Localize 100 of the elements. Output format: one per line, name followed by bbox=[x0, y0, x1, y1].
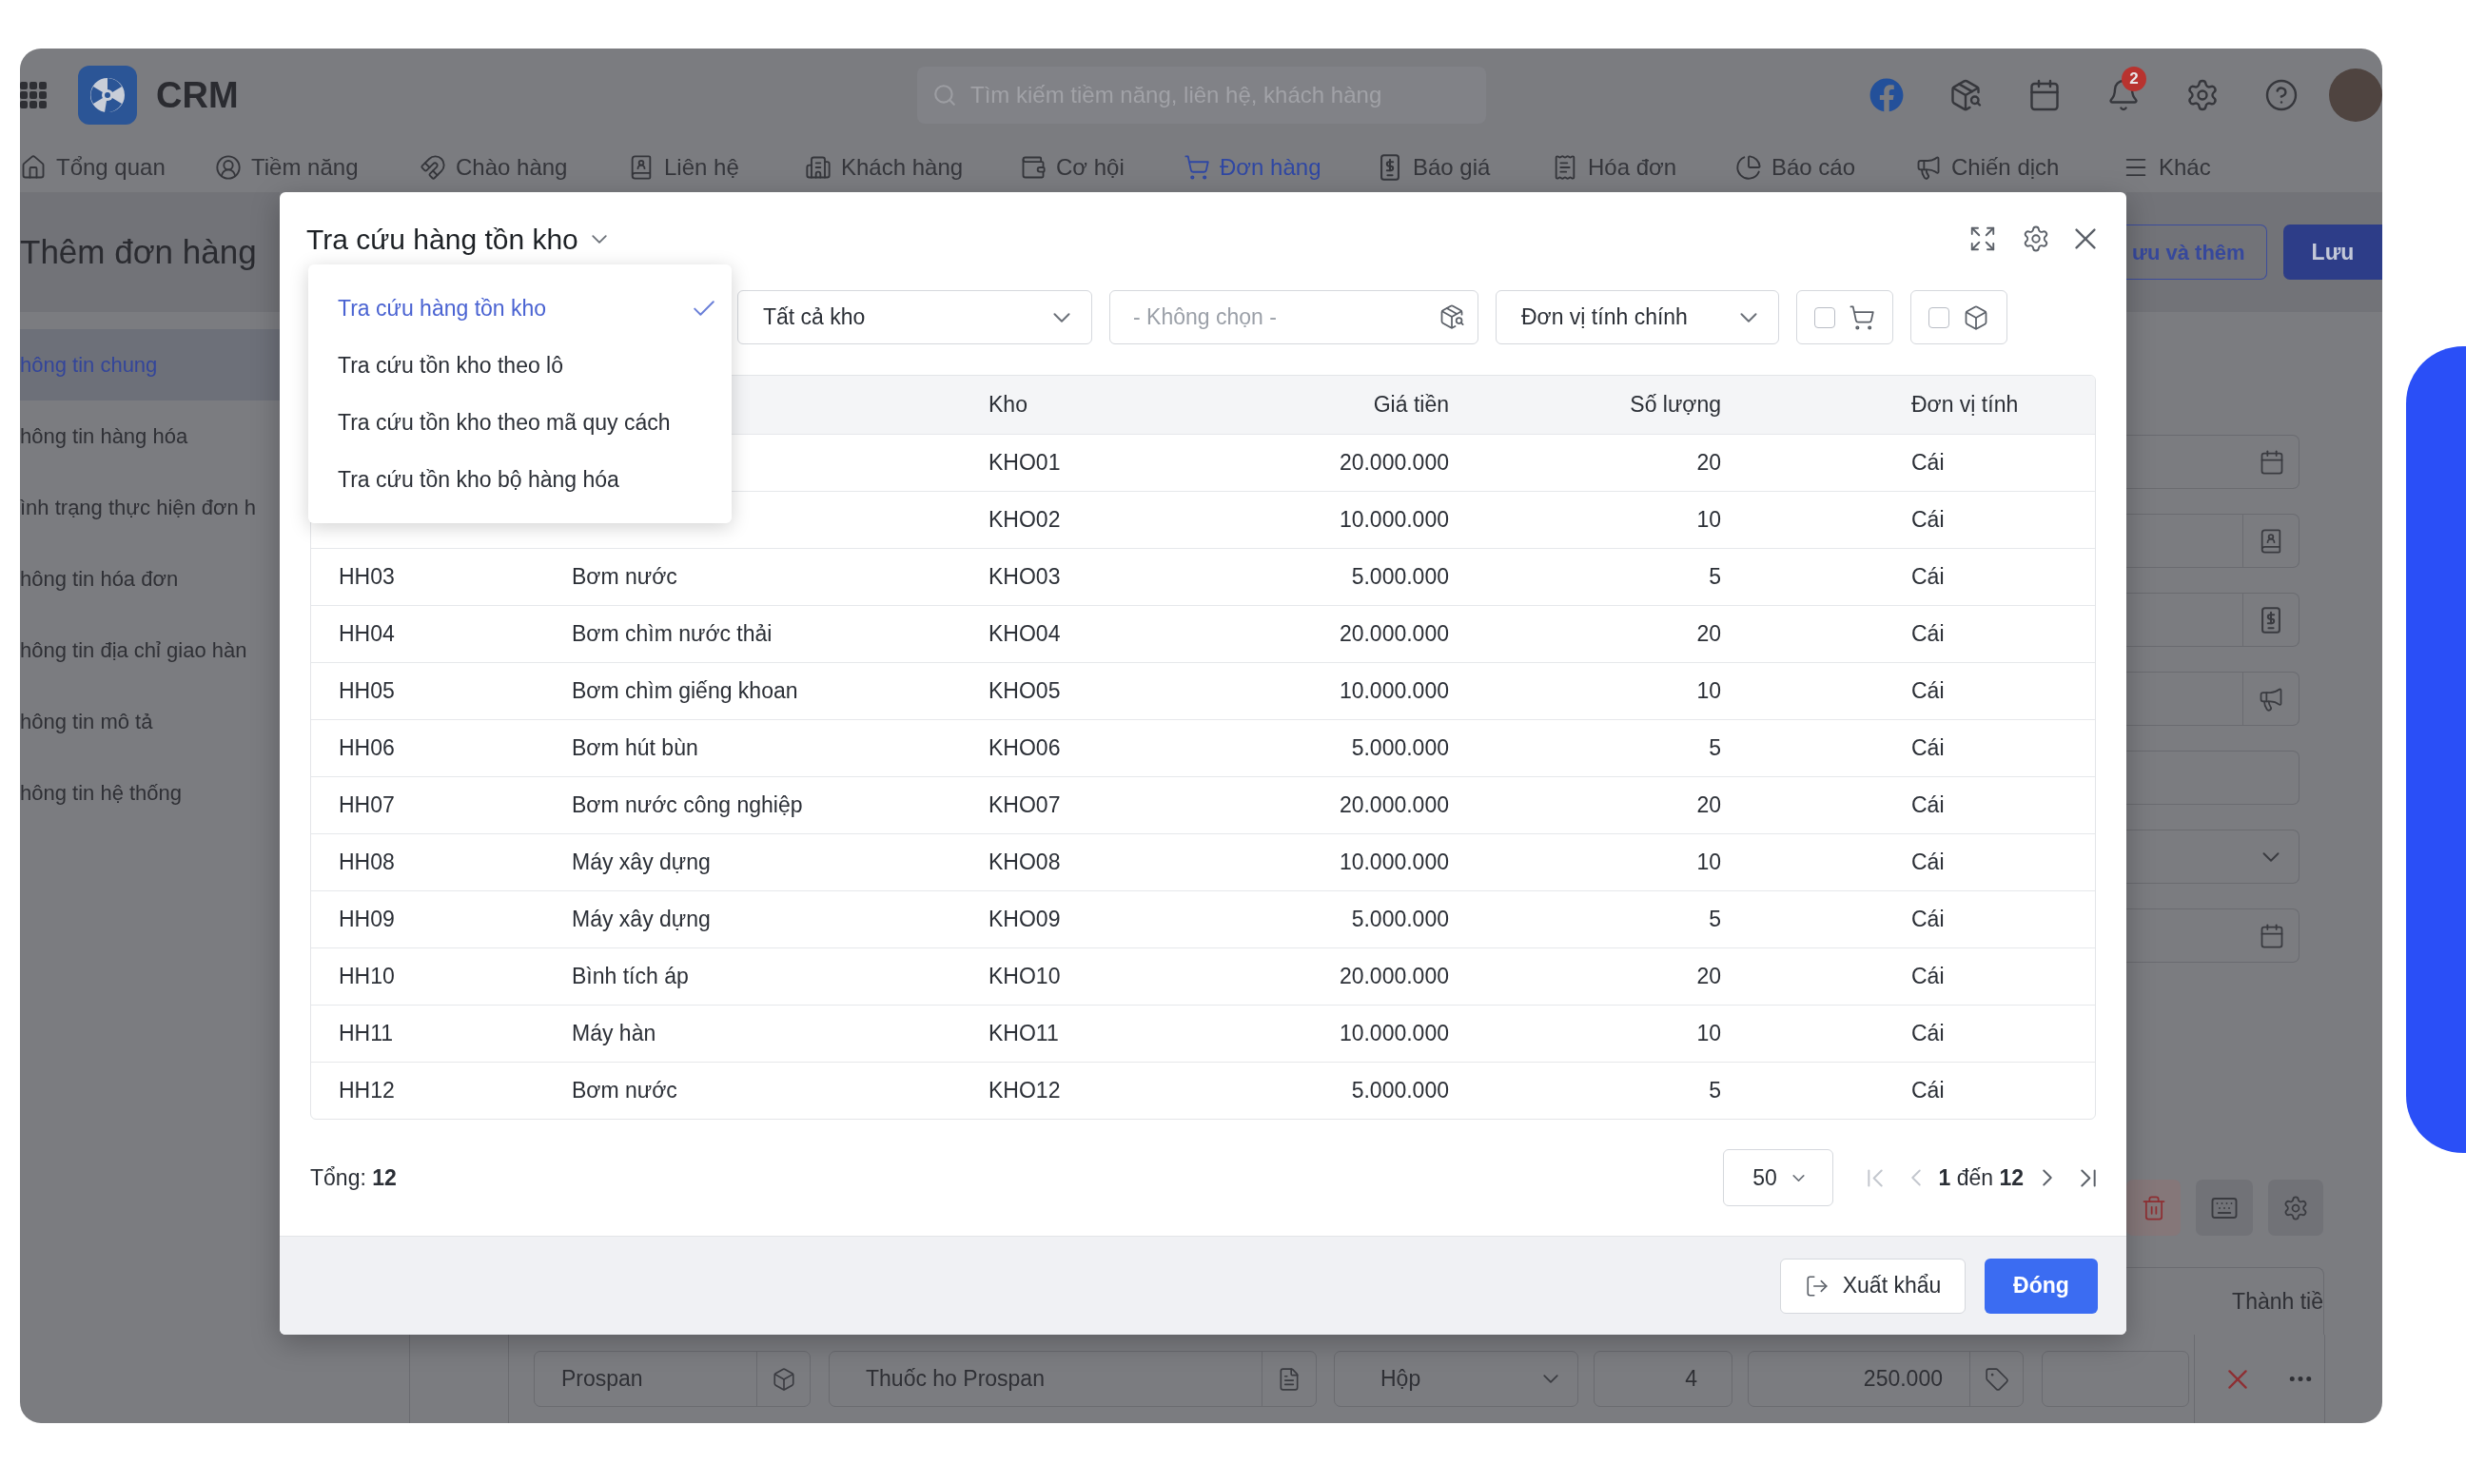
settings-icon[interactable] bbox=[2022, 225, 2050, 253]
lookup-field[interactable] bbox=[2126, 593, 2300, 647]
lookup-field[interactable] bbox=[2126, 672, 2300, 726]
table-cell-text: KHO02 bbox=[988, 506, 1062, 535]
table-cell-text: HH10 bbox=[338, 963, 396, 991]
lookup-field[interactable]: Prospan bbox=[534, 1351, 811, 1407]
nav-tab[interactable]: Đơn hàng bbox=[1184, 149, 1321, 185]
lookup-field[interactable] bbox=[2126, 514, 2300, 568]
table-cell-text: 5 bbox=[1708, 906, 1722, 934]
page-title: Thêm đơn hàng bbox=[20, 231, 257, 272]
input-field[interactable] bbox=[2042, 1351, 2189, 1407]
nav-tab[interactable]: Tiềm năng bbox=[215, 149, 359, 185]
input-field[interactable]: 4 bbox=[1594, 1351, 1732, 1407]
page-size-select[interactable]: 50 bbox=[1723, 1149, 1834, 1206]
delete-button[interactable] bbox=[2126, 1180, 2181, 1236]
select-field[interactable]: Đơn vị tính chính bbox=[1496, 290, 1779, 344]
table-cell-text: Cái bbox=[1910, 1020, 1946, 1048]
facebook-icon[interactable] bbox=[1869, 78, 1904, 112]
table-cell-text: 10.000.000 bbox=[1338, 506, 1450, 535]
table-cell-text: KHO08 bbox=[988, 849, 1062, 877]
cart-icon bbox=[1849, 303, 1875, 331]
last-page-icon[interactable] bbox=[2081, 1168, 2096, 1187]
app-name: CRM bbox=[156, 73, 239, 117]
cube-icon bbox=[771, 1366, 796, 1392]
sidebar-item[interactable]: ình trạng thực hiện đơn h bbox=[20, 472, 280, 543]
previous-page-icon[interactable] bbox=[1911, 1169, 1922, 1186]
notification-badge: 2 bbox=[2122, 67, 2146, 91]
date-field[interactable] bbox=[2126, 908, 2300, 963]
date-field[interactable] bbox=[2126, 435, 2300, 489]
table-cell-text: KHO01 bbox=[988, 449, 1062, 478]
nav-tab[interactable]: Liên hệ bbox=[628, 149, 739, 185]
table-cell-text: Cái bbox=[1910, 849, 1946, 877]
nav-tab[interactable]: Báo giá bbox=[1377, 149, 1491, 185]
sidebar-item[interactable]: hông tin địa chỉ giao hàn bbox=[20, 615, 280, 686]
column-header: Đơn vị tính bbox=[1910, 391, 2020, 420]
calendar-icon bbox=[2259, 448, 2285, 476]
table-cell-text: Máy xây dựng bbox=[571, 906, 712, 934]
next-page-icon[interactable] bbox=[2043, 1169, 2052, 1186]
table-cell-text: 20 bbox=[1695, 791, 1722, 820]
avatar[interactable] bbox=[2329, 68, 2382, 122]
checkbox[interactable] bbox=[1928, 306, 1949, 328]
column-header: Giá tiền bbox=[1372, 391, 1450, 420]
table-cell-text: Cái bbox=[1910, 449, 1946, 478]
table-cell-text: 10.000.000 bbox=[1338, 677, 1450, 706]
help-icon[interactable] bbox=[2264, 78, 2299, 112]
menu-item[interactable]: Tra cứu hàng tồn kho bbox=[308, 280, 732, 337]
table-cell-text: HH09 bbox=[338, 906, 396, 934]
sidebar-item[interactable]: hông tin hệ thống bbox=[20, 757, 280, 829]
nav-tab[interactable]: Khác bbox=[2123, 149, 2211, 185]
apps-grid-icon[interactable] bbox=[20, 82, 47, 108]
table-cell-text: KHO07 bbox=[988, 791, 1062, 820]
expand-icon[interactable] bbox=[1968, 225, 1997, 253]
nav-tab[interactable]: Chào hàng bbox=[420, 149, 568, 185]
save-and-add-button[interactable]: ưu và thêm bbox=[2126, 225, 2267, 280]
first-page-icon[interactable] bbox=[1868, 1168, 1884, 1187]
sidebar-item[interactable]: hông tin hóa đơn bbox=[20, 543, 280, 615]
table-cell-text: Cái bbox=[1910, 620, 1946, 649]
sidebar-item[interactable]: hông tin hàng hóa bbox=[20, 400, 280, 472]
close-icon[interactable] bbox=[2075, 228, 2096, 249]
package-search-icon[interactable] bbox=[1438, 303, 1465, 330]
save-button[interactable]: Lưu bbox=[2283, 225, 2382, 280]
select-field[interactable]: Hộp bbox=[1334, 1351, 1578, 1407]
export-button[interactable]: Xuất khẩu bbox=[1780, 1258, 1966, 1314]
calendar-icon bbox=[2259, 922, 2285, 949]
nav-tab[interactable]: Khách hàng bbox=[805, 149, 964, 185]
nav-tab[interactable]: Báo cáo bbox=[1735, 149, 1856, 185]
table-cell-text: 20.000.000 bbox=[1338, 963, 1450, 991]
more-icon[interactable] bbox=[2289, 1377, 2312, 1381]
filter-toggle[interactable] bbox=[1910, 290, 2007, 344]
nav-tab[interactable]: Hóa đơn bbox=[1552, 149, 1677, 185]
table-cell-text: Cái bbox=[1910, 906, 1946, 934]
input-field[interactable]: 250.000 bbox=[1748, 1351, 2024, 1407]
filter-toggle[interactable] bbox=[1796, 290, 1893, 344]
lookup-field[interactable]: Thuốc ho Prospan bbox=[829, 1351, 1317, 1407]
view-select[interactable]: Tra cứu hàng tồn kho bbox=[306, 217, 607, 261]
select-field[interactable] bbox=[2126, 830, 2300, 884]
table-cell-text: 10.000.000 bbox=[1338, 1020, 1450, 1048]
select-field[interactable]: Tất cả kho bbox=[737, 290, 1092, 344]
magnet-icon bbox=[420, 153, 446, 181]
input-field[interactable] bbox=[2126, 751, 2300, 805]
checkbox[interactable] bbox=[1814, 306, 1835, 328]
sidebar-item[interactable]: hông tin chung bbox=[20, 329, 280, 400]
nav-tab[interactable]: Chiến dịch bbox=[1915, 149, 2060, 185]
table-cell-text: Cái bbox=[1910, 563, 1946, 592]
menu-item[interactable]: Tra cứu tồn kho theo lô bbox=[308, 337, 732, 394]
nav-tab[interactable]: Cơ hội bbox=[1020, 149, 1125, 185]
calendar-icon[interactable] bbox=[2027, 78, 2062, 112]
menu-item[interactable]: Tra cứu tồn kho bộ hàng hóa bbox=[308, 451, 732, 508]
settings-icon[interactable] bbox=[2185, 78, 2220, 112]
settings-button[interactable] bbox=[2268, 1180, 2323, 1236]
package-search-icon[interactable] bbox=[1948, 78, 1983, 112]
keyboard-button[interactable] bbox=[2196, 1180, 2253, 1236]
cube-icon bbox=[1963, 303, 1989, 331]
menu-item[interactable]: Tra cứu tồn kho theo mã quy cách bbox=[308, 394, 732, 451]
table-cell-text: Bơm hút bùn bbox=[571, 734, 699, 763]
user-circle-icon bbox=[215, 153, 242, 181]
nav-tab[interactable]: Tổng quan bbox=[20, 149, 166, 185]
chevron-down-icon bbox=[1791, 1174, 1805, 1181]
close-button[interactable]: Đóng bbox=[1985, 1258, 2098, 1314]
sidebar-item[interactable]: hông tin mô tả bbox=[20, 686, 280, 757]
